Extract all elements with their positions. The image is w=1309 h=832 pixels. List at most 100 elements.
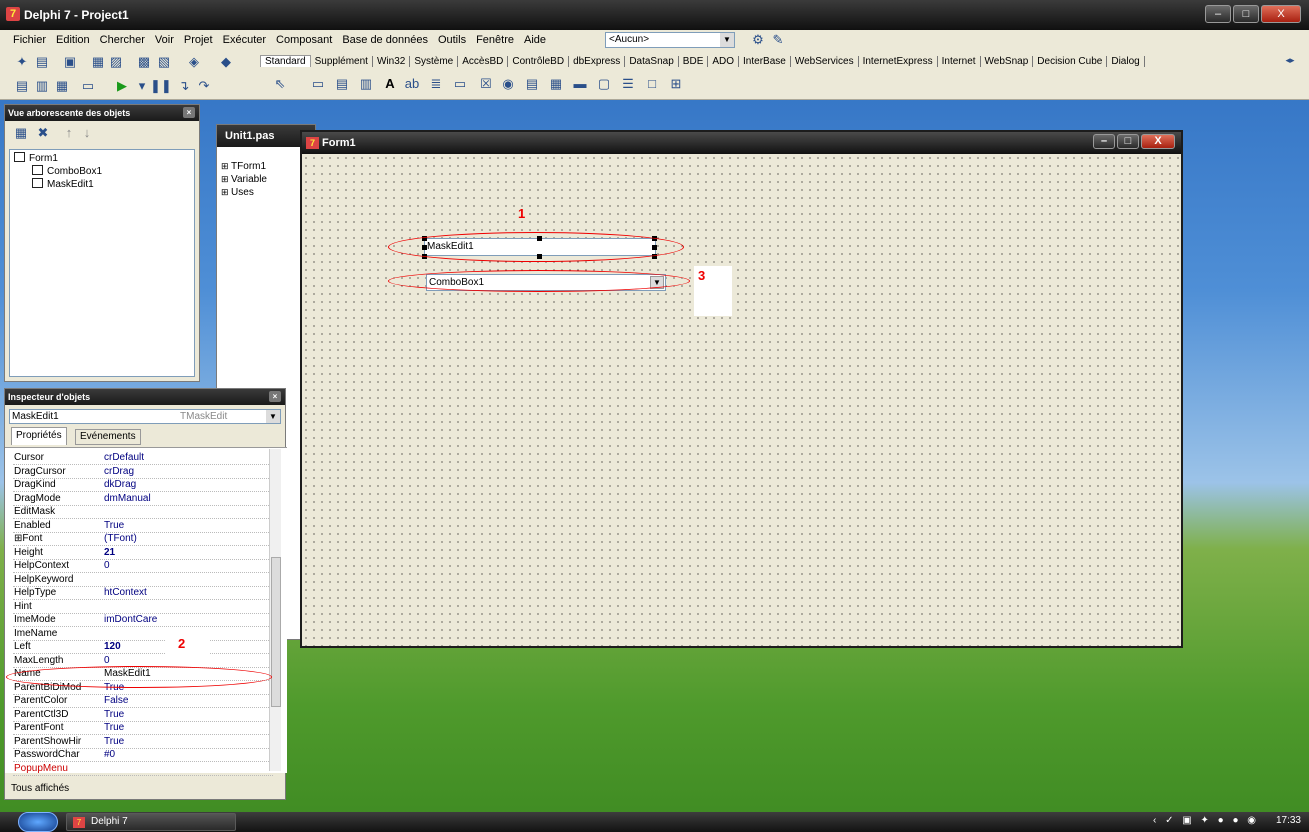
menu-item-3[interactable]: Voir <box>150 34 179 46</box>
tree-node-combobox1[interactable]: ComboBox1 <box>32 165 102 177</box>
delete-item-icon[interactable]: ✖ <box>35 125 51 141</box>
minimize-icon[interactable]: – <box>1093 134 1115 149</box>
menu-item-7[interactable]: Base de données <box>337 34 433 46</box>
property-row[interactable]: ParentColor False <box>13 695 273 708</box>
property-row[interactable]: PasswordChar #0 <box>13 749 273 762</box>
menu-item-9[interactable]: Fenêtre <box>471 34 519 46</box>
property-scrollbar[interactable] <box>269 449 281 771</box>
groupbox-icon[interactable]: ▢ <box>596 76 612 92</box>
property-value[interactable]: dmManual <box>104 493 151 504</box>
explorer-node-variable[interactable]: ⊞ Variable <box>221 174 267 185</box>
open-icon[interactable]: ▤ <box>34 54 50 70</box>
tray-icons[interactable]: ‹ ✓ ▣ ✦ ● ● ◉ <box>1153 815 1259 826</box>
pointer-icon[interactable]: ⇖ <box>272 76 288 92</box>
save-all-icon[interactable]: ▦ <box>90 54 106 70</box>
minimize-icon[interactable]: – <box>1205 5 1231 23</box>
property-row[interactable]: PopupMenu <box>13 763 273 776</box>
popupmenu-icon[interactable]: ▥ <box>358 76 374 92</box>
taskbar-item-delphi[interactable]: 7 Delphi 7 <box>66 813 236 831</box>
new-item-icon[interactable]: ▦ <box>13 125 29 141</box>
palette-tab-1[interactable]: Supplément <box>311 55 373 67</box>
explorer-node-uses[interactable]: ⊞ Uses <box>221 187 254 198</box>
property-row[interactable]: ParentCtl3D True <box>13 709 273 722</box>
property-row[interactable]: ImeMode imDontCare <box>13 614 273 627</box>
palette-tab-10[interactable]: InterBase <box>739 55 791 67</box>
palette-tab-5[interactable]: ContrôleBD <box>508 55 570 67</box>
scrollbar-thumb[interactable] <box>271 557 281 707</box>
palette-tab-4[interactable]: AccèsBD <box>458 55 509 67</box>
open-project-icon[interactable]: ▩ <box>136 54 152 70</box>
menu-item-5[interactable]: Exécuter <box>218 34 271 46</box>
maximize-icon[interactable]: □ <box>1233 5 1259 23</box>
palette-scroll-icon[interactable]: ◂▸ <box>1282 52 1298 68</box>
palette-tab-12[interactable]: InternetExpress <box>859 55 938 67</box>
menu-item-0[interactable]: Fichier <box>8 34 51 46</box>
palette-tab-15[interactable]: Decision Cube <box>1033 55 1108 67</box>
view-form-icon[interactable]: ▥ <box>34 78 50 94</box>
label-icon[interactable]: A <box>382 76 398 92</box>
property-value[interactable]: #0 <box>104 749 115 760</box>
property-value[interactable]: True <box>104 520 124 531</box>
step-over-icon[interactable]: ↷ <box>196 78 212 94</box>
close-icon[interactable]: X <box>1141 134 1175 149</box>
mainmenu-icon[interactable]: ▤ <box>334 76 350 92</box>
close-icon[interactable]: X <box>1261 5 1301 23</box>
new-form-icon[interactable]: ▭ <box>80 78 96 94</box>
palette-tab-3[interactable]: Système <box>410 55 459 67</box>
maximize-icon[interactable]: □ <box>1117 134 1139 149</box>
close-file-icon[interactable]: ▨ <box>108 54 124 70</box>
menu-item-8[interactable]: Outils <box>433 34 471 46</box>
checkbox-icon[interactable]: ☒ <box>478 76 494 92</box>
property-value[interactable]: 21 <box>104 547 115 558</box>
property-row[interactable]: HelpContext 0 <box>13 560 273 573</box>
property-row[interactable]: EditMask <box>13 506 273 519</box>
palette-tab-11[interactable]: WebServices <box>791 55 859 67</box>
arrow-down-icon[interactable]: ↓ <box>79 125 95 141</box>
property-row[interactable]: ParentFont True <box>13 722 273 735</box>
property-row[interactable]: DragMode dmManual <box>13 493 273 506</box>
help-icon[interactable]: ◈ <box>186 54 202 70</box>
property-row[interactable]: ⊞Font (TFont) <box>13 533 273 546</box>
add-to-project-icon[interactable]: ▧ <box>156 54 172 70</box>
palette-tab-16[interactable]: Dialog <box>1107 55 1145 67</box>
menu-item-10[interactable]: Aide <box>519 34 551 46</box>
design-grid[interactable]: MaskEdit1 ComboBox1 ▼ 1 3 <box>302 154 1181 646</box>
palette-tab-7[interactable]: DataSnap <box>625 55 679 67</box>
property-value[interactable]: crDefault <box>104 452 144 463</box>
property-row[interactable]: Height 21 <box>13 547 273 560</box>
view-unit-icon[interactable]: ▤ <box>14 78 30 94</box>
palette-tab-6[interactable]: dbExpress <box>569 55 626 67</box>
run-options-icon[interactable]: ⚙ <box>750 32 766 48</box>
property-value[interactable]: (TFont) <box>104 533 137 544</box>
edit-icon[interactable]: ab <box>404 76 420 92</box>
menu-item-1[interactable]: Edition <box>51 34 95 46</box>
property-row[interactable]: Cursor crDefault <box>13 452 273 465</box>
start-button[interactable] <box>18 812 58 832</box>
property-row[interactable]: ImeName <box>13 628 273 641</box>
property-value[interactable]: crDrag <box>104 466 134 477</box>
close-icon[interactable]: × <box>183 107 195 118</box>
property-value[interactable]: True <box>104 736 124 747</box>
menu-item-6[interactable]: Composant <box>271 34 337 46</box>
tree-node-form1[interactable]: Form1 <box>14 152 58 164</box>
combobox-icon[interactable]: ▦ <box>548 76 564 92</box>
palette-icon[interactable]: ◆ <box>218 54 234 70</box>
property-value[interactable]: 0 <box>104 655 110 666</box>
palette-tab-14[interactable]: WebSnap <box>981 55 1034 67</box>
tab-properties[interactable]: Propriétés <box>11 427 67 445</box>
palette-tab-13[interactable]: Internet <box>938 55 981 67</box>
property-value[interactable]: True <box>104 722 124 733</box>
panel-icon[interactable]: □ <box>644 76 660 92</box>
run-dropdown-icon[interactable]: ▾ <box>134 78 150 94</box>
actionlist-icon[interactable]: ⊞ <box>668 76 684 92</box>
explorer-node-tform1[interactable]: ⊞ TForm1 <box>221 161 266 172</box>
tree-node-maskedit1[interactable]: MaskEdit1 <box>32 178 94 190</box>
pause-icon[interactable]: ❚❚ <box>150 78 172 94</box>
property-value[interactable]: dkDrag <box>104 479 136 490</box>
desktop-config-combo[interactable]: <Aucun> ▼ <box>605 32 735 48</box>
property-value[interactable]: True <box>104 709 124 720</box>
property-row[interactable]: HelpType htContext <box>13 587 273 600</box>
menu-item-4[interactable]: Projet <box>179 34 218 46</box>
run-icon[interactable]: ▶ <box>114 78 130 94</box>
new-icon[interactable]: ✦ <box>14 54 30 70</box>
